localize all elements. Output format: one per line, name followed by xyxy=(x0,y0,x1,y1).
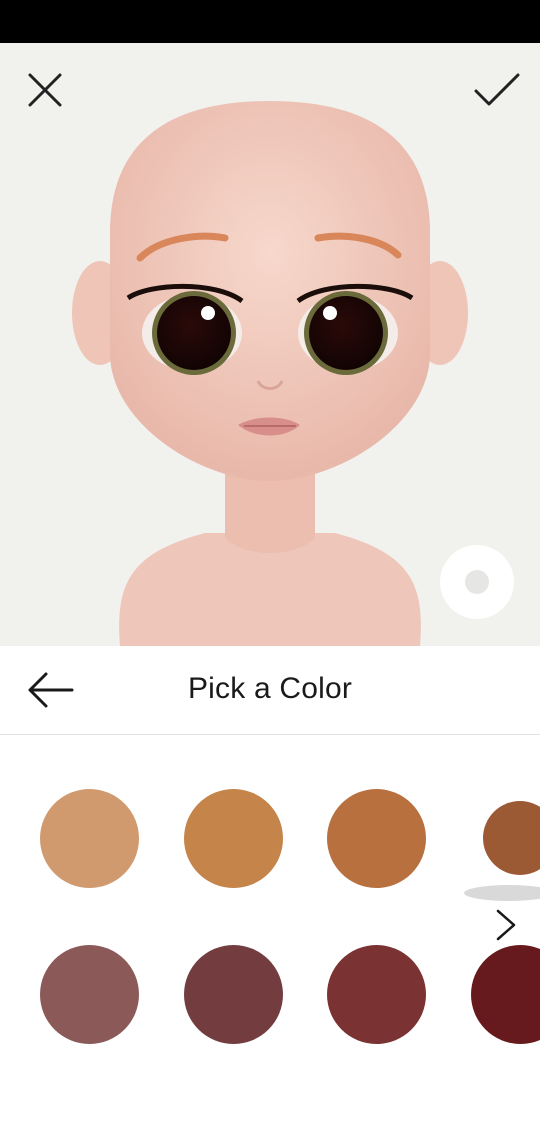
avatar-preview xyxy=(0,43,540,646)
page-title: Pick a Color xyxy=(187,672,353,705)
circle-toggle-icon xyxy=(465,570,489,594)
zoom-toggle-button[interactable] xyxy=(440,545,514,619)
color-swatch[interactable] xyxy=(184,945,283,1044)
next-colors-button[interactable] xyxy=(490,907,522,943)
confirm-button[interactable] xyxy=(472,67,522,113)
color-swatch[interactable] xyxy=(483,801,540,875)
color-swatch[interactable] xyxy=(184,789,283,888)
scroll-shadow xyxy=(464,885,540,901)
color-palette xyxy=(0,735,540,1123)
close-button[interactable] xyxy=(22,67,68,113)
color-swatch[interactable] xyxy=(40,945,139,1044)
picker-header: Pick a Color xyxy=(0,646,540,735)
checkmark-icon xyxy=(474,73,520,106)
close-icon xyxy=(28,73,62,107)
color-swatch[interactable] xyxy=(327,945,426,1044)
color-swatch[interactable] xyxy=(327,789,426,888)
chevron-right-icon xyxy=(496,909,516,941)
color-swatch[interactable] xyxy=(471,945,540,1044)
color-swatch[interactable] xyxy=(40,789,139,888)
status-bar xyxy=(0,0,540,43)
